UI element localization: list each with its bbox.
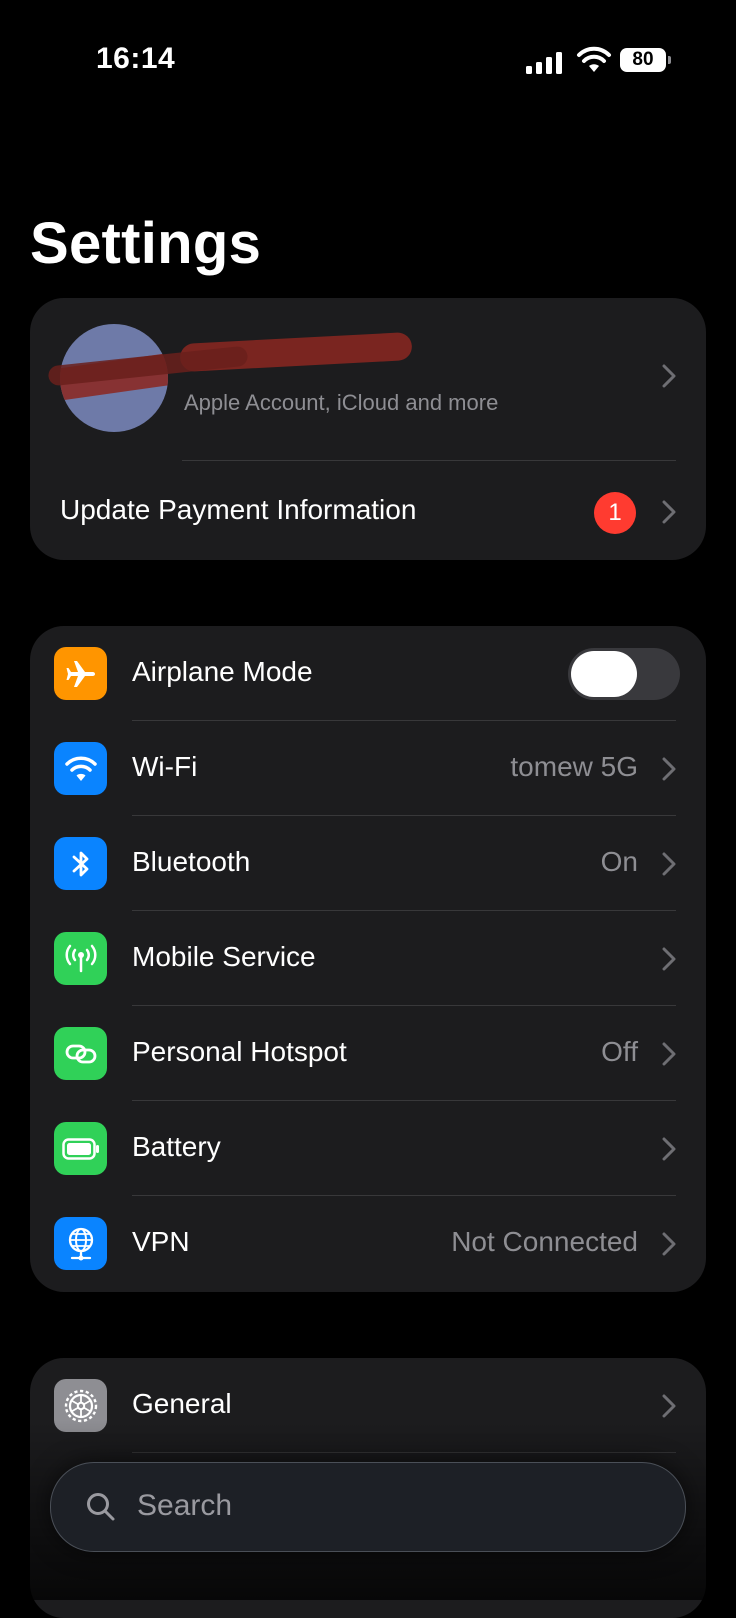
chevron-right-icon — [662, 1394, 676, 1418]
wifi-icon — [54, 742, 107, 795]
search-input[interactable]: Search — [137, 1489, 232, 1523]
row-label: Mobile Service — [132, 941, 316, 972]
antenna-icon — [54, 932, 107, 985]
personal-hotspot-row[interactable]: Personal Hotspot Off — [30, 1006, 706, 1101]
vpn-row[interactable]: VPN Not Connected — [30, 1196, 706, 1291]
row-value: Not Connected — [451, 1226, 638, 1257]
row-label: Personal Hotspot — [132, 1036, 347, 1067]
row-label: VPN — [132, 1226, 190, 1257]
chevron-right-icon — [662, 1137, 676, 1161]
bluetooth-row[interactable]: Bluetooth On — [30, 816, 706, 911]
divider — [132, 1452, 676, 1453]
airplane-mode-toggle[interactable] — [568, 648, 680, 700]
battery-icon — [54, 1122, 107, 1175]
account-subtitle: Apple Account, iCloud and more — [184, 390, 499, 415]
row-label: Battery — [132, 1131, 221, 1162]
general-row[interactable]: General — [30, 1358, 706, 1453]
divider — [182, 460, 676, 461]
toggle-knob — [571, 651, 637, 697]
status-time: 16:14 — [96, 42, 176, 75]
chevron-right-icon — [662, 364, 676, 393]
mobile-service-row[interactable]: Mobile Service — [30, 911, 706, 1006]
page-title: Settings — [30, 211, 262, 276]
row-label: General — [132, 1388, 232, 1419]
row-value: Off — [601, 1036, 638, 1067]
airplane-icon — [54, 647, 107, 700]
chevron-right-icon — [662, 1042, 676, 1066]
row-value: tomew 5G — [510, 751, 638, 782]
battery-row[interactable]: Battery — [30, 1101, 706, 1196]
row-label: Airplane Mode — [132, 656, 313, 687]
chevron-right-icon — [662, 947, 676, 971]
battery-icon: 80 — [620, 46, 672, 74]
airplane-mode-row: Airplane Mode — [30, 626, 706, 721]
gear-icon — [54, 1379, 107, 1432]
row-label: Wi-Fi — [132, 751, 198, 782]
bluetooth-icon — [54, 837, 107, 890]
cellular-signal-icon — [526, 52, 562, 74]
status-bar: 16:14 80 — [0, 0, 736, 120]
connectivity-card: Airplane Mode Wi-Fi tomew 5G Bluetooth O… — [30, 626, 706, 1292]
battery-level: 80 — [620, 48, 666, 72]
search-bar[interactable]: Search — [50, 1462, 686, 1552]
row-value: On — [600, 846, 638, 877]
update-payment-label: Update Payment Information — [60, 494, 417, 525]
wifi-row[interactable]: Wi-Fi tomew 5G — [30, 721, 706, 816]
chevron-right-icon — [662, 500, 676, 529]
chevron-right-icon — [662, 757, 676, 781]
chevron-right-icon — [662, 1232, 676, 1256]
globe-network-icon — [54, 1217, 107, 1270]
row-label: Bluetooth — [132, 846, 251, 877]
notification-badge: 1 — [594, 492, 636, 534]
wifi-icon — [577, 46, 611, 72]
hotspot-link-icon — [54, 1027, 107, 1080]
account-card: Apple Account, iCloud and more Update Pa… — [30, 298, 706, 560]
chevron-right-icon — [662, 852, 676, 876]
search-icon — [85, 1491, 117, 1528]
